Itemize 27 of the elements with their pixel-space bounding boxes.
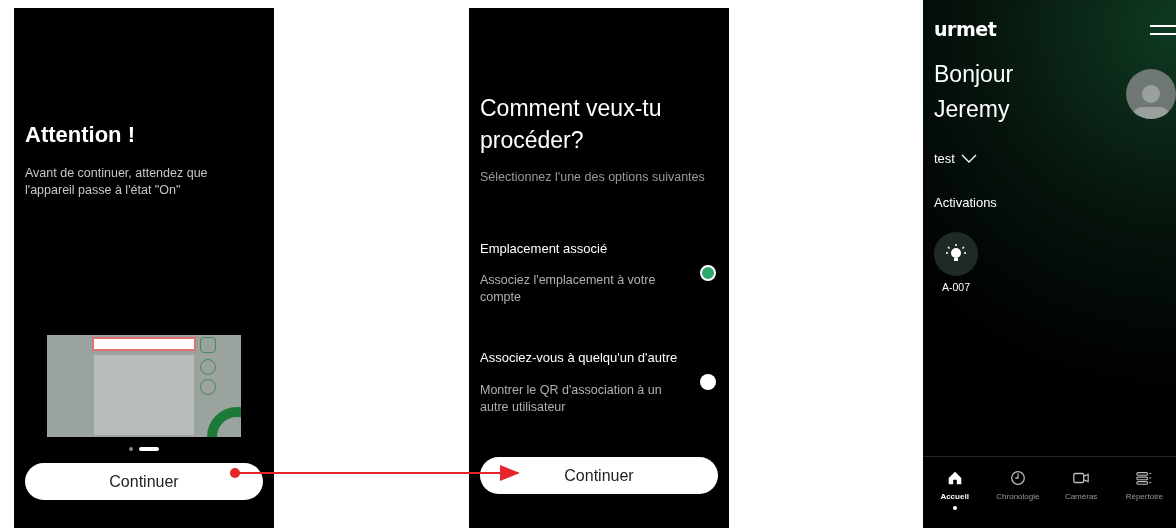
radio-button[interactable] [700,264,716,281]
screen-title: Attention ! [25,121,136,149]
section-title: Activations [933,193,998,212]
screen-title: Comment veux-tu procéder? [480,94,663,155]
menu-icon[interactable] [1150,24,1176,35]
nav-tab[interactable]: Répertoire [1113,469,1176,503]
avatar-icon [1126,69,1176,119]
nav-tab[interactable]: Chronologie [986,469,1049,503]
option-title: Emplacement associé [480,239,609,258]
list-icon [1135,469,1154,487]
clock-icon [1008,469,1027,487]
continue-button[interactable]: Continuer [480,457,718,494]
nav-tab[interactable]: Caméras [1050,469,1113,503]
subtitle-text: Sélectionnez l'une des options suivantes [480,169,706,186]
logo: urmet [934,20,997,39]
chevron-down-icon[interactable] [960,154,977,164]
option-description: Associez l'emplacement à votre compte [480,272,657,307]
greeting-text: Bonjour Jeremy [934,60,1015,124]
activation-label: A-007 [942,280,970,295]
nav-tab[interactable]: Accueil [923,469,986,510]
continue-button[interactable]: Continuer [25,463,263,500]
lightbulb-button[interactable] [934,232,978,276]
option-title: Associez-vous à quelqu'un d'autre [480,349,679,368]
message-text: Avant de continuer, attendez que l'appareil passe à l'état "On" [25,165,209,199]
option-description: Montrer le QR d'association à un autre utilisateur [480,381,663,416]
site-selector[interactable]: test [934,149,955,169]
radio-button[interactable] [700,374,716,390]
